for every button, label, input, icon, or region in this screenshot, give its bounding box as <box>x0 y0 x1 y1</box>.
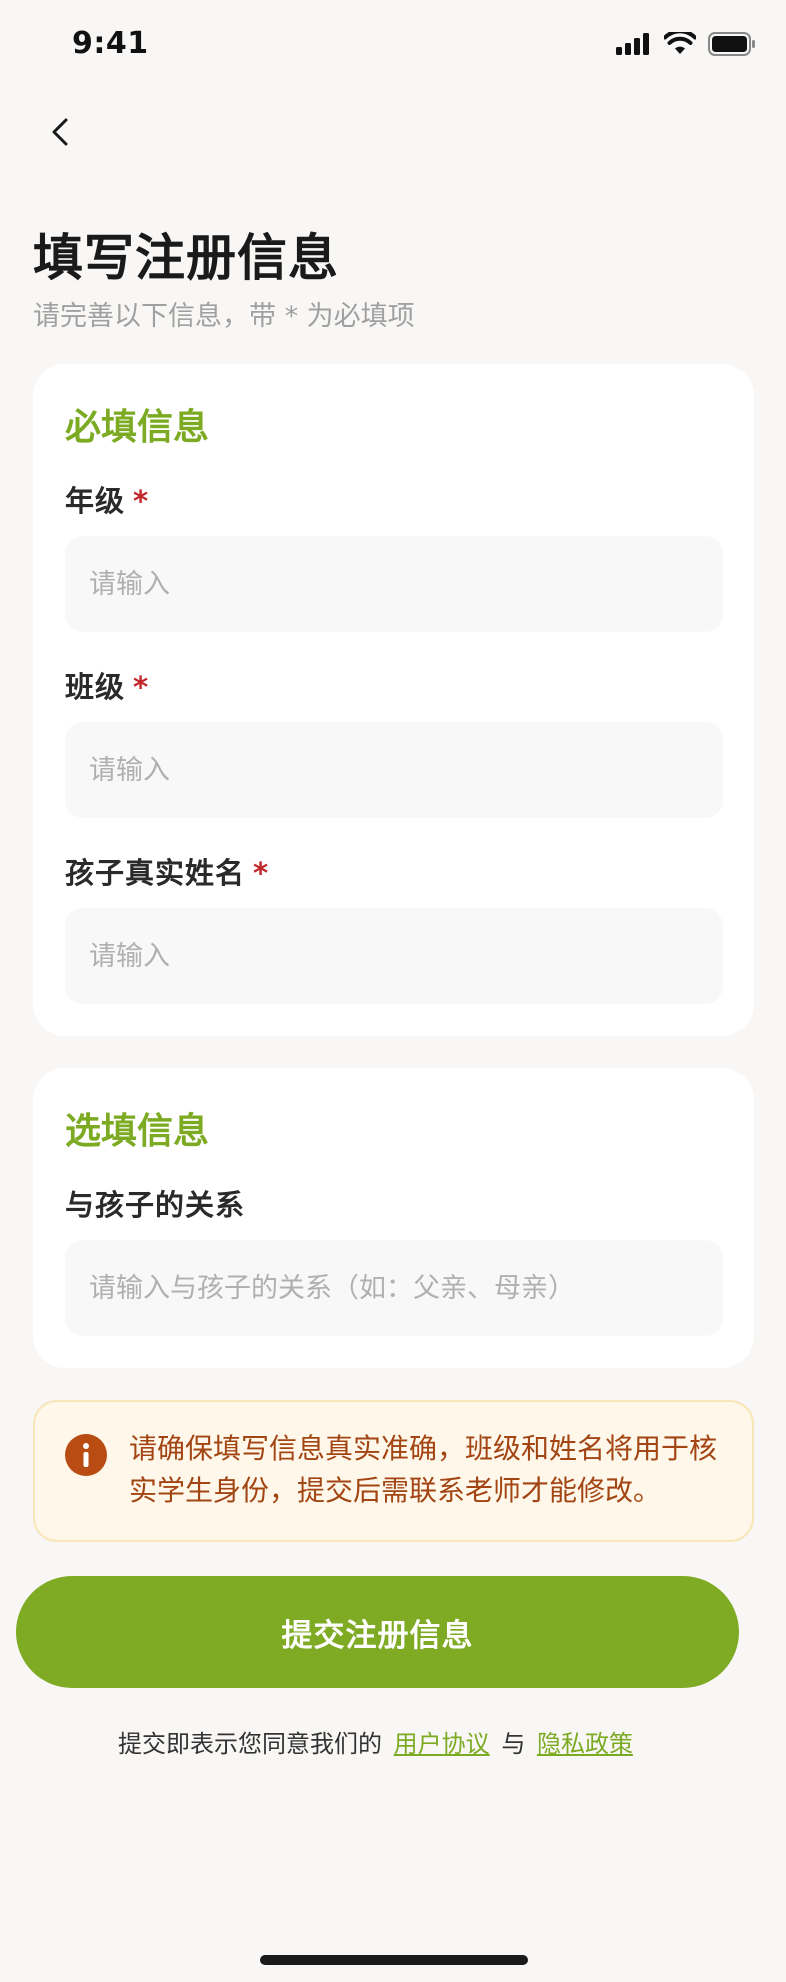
home-indicator <box>260 1955 528 1965</box>
relationship-label-text: 与孩子的关系 <box>65 1188 246 1222</box>
battery-icon <box>708 32 755 56</box>
back-button[interactable] <box>32 104 88 160</box>
cellular-signal-icon <box>616 33 649 55</box>
grade-input[interactable] <box>65 536 723 632</box>
status-time: 9:41 <box>72 26 149 61</box>
relationship-input[interactable] <box>65 1240 723 1336</box>
agreement-connector: 与 <box>501 1730 526 1758</box>
notice-text: 请确保填写信息真实准确，班级和姓名将用于核实学生身份，提交后需联系老师才能修改。 <box>129 1432 718 1507</box>
agreement-prefix: 提交即表示您同意我们的 <box>118 1730 383 1758</box>
class-label: 班级 * <box>65 664 149 706</box>
class-label-text: 班级 <box>65 670 126 704</box>
page-title: 填写注册信息 <box>33 229 339 287</box>
chevron-left-icon <box>52 118 68 146</box>
required-info-card: 必填信息 年级* 班级* 孩子真实姓名* <box>33 364 754 1036</box>
class-input[interactable] <box>65 722 723 818</box>
submit-registration-button[interactable]: 提交注册信息 <box>16 1576 739 1688</box>
agreement-text: 提交即表示您同意我们的 用户协议 与 隐私政策 <box>0 1724 755 1759</box>
required-star: * <box>253 856 270 890</box>
child-name-label: 孩子真实姓名 * <box>65 850 269 892</box>
grade-label-text: 年级 <box>65 484 126 518</box>
status-icons <box>616 32 756 56</box>
page-subtitle: 请完善以下信息，带 * 为必填项 <box>33 301 415 332</box>
notice-box: 请确保填写信息真实准确，班级和姓名将用于核实学生身份，提交后需联系老师才能修改。 <box>33 1400 754 1542</box>
status-bar: 9:41 <box>0 0 786 90</box>
child-name-input[interactable] <box>65 908 723 1004</box>
info-icon <box>65 1434 107 1476</box>
privacy-policy-link[interactable]: 隐私政策 <box>537 1730 633 1758</box>
user-agreement-link[interactable]: 用户协议 <box>394 1730 490 1758</box>
relationship-label: 与孩子的关系 <box>65 1182 245 1224</box>
optional-info-card: 选填信息 与孩子的关系 <box>33 1068 754 1368</box>
required-star: * <box>133 484 150 518</box>
required-star: * <box>133 670 150 704</box>
required-section-title: 必填信息 <box>65 407 210 448</box>
child-name-label-text: 孩子真实姓名 <box>65 856 246 890</box>
wifi-icon <box>664 32 696 54</box>
grade-label: 年级 * <box>65 478 149 520</box>
optional-section-title: 选填信息 <box>65 1111 210 1152</box>
